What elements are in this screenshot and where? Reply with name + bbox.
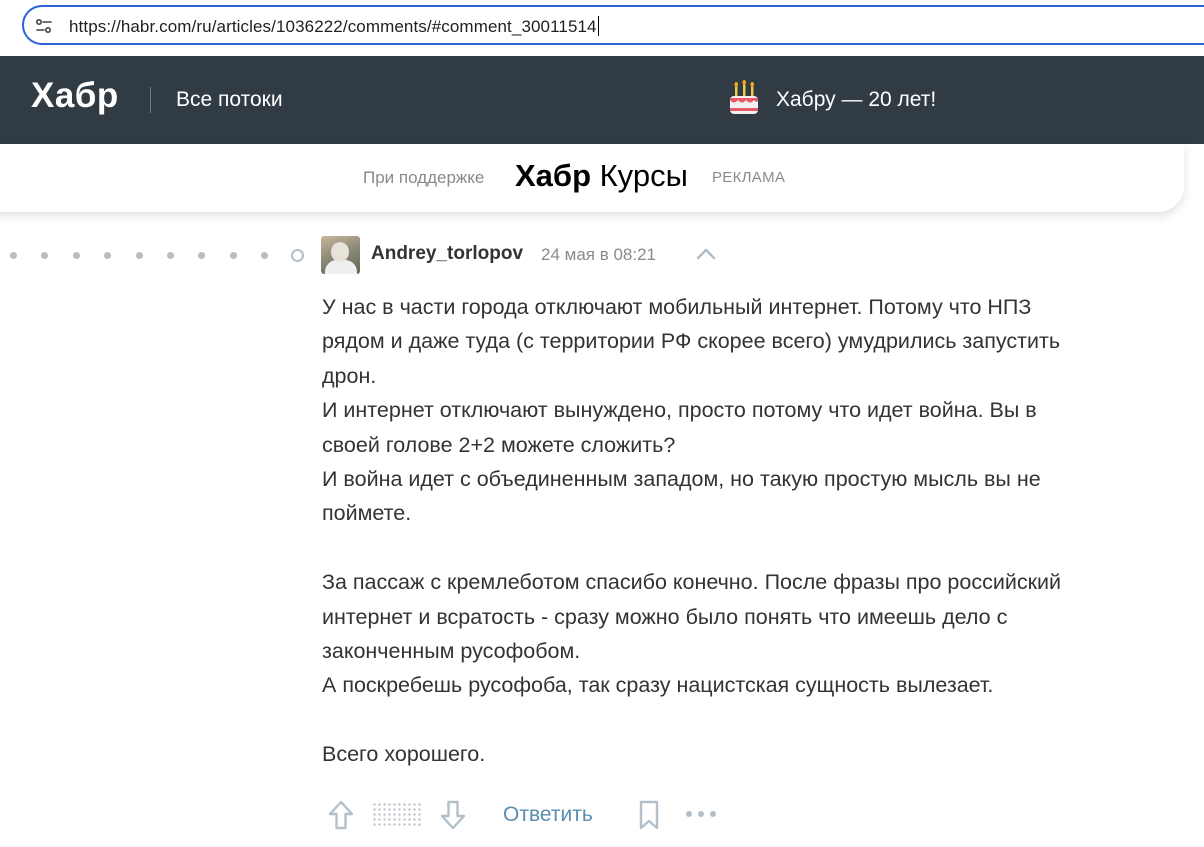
thread-dot[interactable]: [261, 252, 268, 259]
thread-dot[interactable]: [136, 252, 143, 259]
arrow-down-icon[interactable]: [438, 798, 468, 832]
comment-line: дрон.: [322, 363, 377, 388]
anniversary-link[interactable]: Хабру — 20 лет!: [776, 88, 936, 112]
comment-timestamp[interactable]: 24 мая в 08:21: [541, 245, 656, 265]
thread-depth-indicator[interactable]: [10, 248, 310, 262]
comment-actions: Ответить: [320, 796, 740, 836]
cake-icon[interactable]: [724, 78, 764, 118]
avatar-body: [325, 260, 357, 274]
nav-all-flows[interactable]: Все потоки: [176, 88, 283, 112]
score-hidden: [372, 802, 422, 826]
thread-dot[interactable]: [230, 252, 237, 259]
comment-line: интернет и всратость - сразу можно было …: [322, 604, 1008, 629]
comment-line: законченным русофобом.: [322, 639, 581, 664]
more-dots-icon[interactable]: [684, 808, 718, 820]
url-text: https://habr.com/ru/articles/1036222/com…: [69, 17, 597, 36]
sponsor-logo-bold: Хабр: [515, 158, 592, 193]
sponsor-logo-rest: Курсы: [591, 158, 688, 193]
chevron-up-icon[interactable]: [695, 247, 717, 261]
comment-line: А поскребешь русофоба, так сразу нацистс…: [322, 673, 994, 698]
sponsor-logo[interactable]: Хабр Курсы: [515, 158, 688, 194]
reply-button[interactable]: Ответить: [503, 803, 593, 827]
comment-line: У нас в части города отключают мобильный…: [322, 295, 1032, 319]
avatar[interactable]: [321, 236, 360, 274]
comment-line: И интернет отключают вынуждено, просто п…: [322, 398, 1037, 423]
thread-dot[interactable]: [167, 252, 174, 259]
comment-line: За пассаж с кремлеботом спасибо конечно.…: [322, 570, 1062, 595]
comment-author[interactable]: Andrey_torlopov: [371, 243, 523, 265]
site-header: Хабр Все потоки Хабру — 20 лет!: [0, 56, 1204, 144]
ad-label: РЕКЛАМА: [712, 169, 786, 186]
url-field[interactable]: https://habr.com/ru/articles/1036222/com…: [69, 16, 599, 37]
comment-body: У нас в части города отключают мобильный…: [322, 290, 1152, 772]
thread-dot[interactable]: [198, 252, 205, 259]
thread-dot[interactable]: [73, 252, 80, 259]
sponsor-label: При поддержке: [363, 168, 485, 187]
habr-logo[interactable]: Хабр: [31, 76, 119, 116]
thread-dot-current[interactable]: [291, 249, 304, 262]
site-info-icon[interactable]: [34, 16, 54, 36]
browser-toolbar: https://habr.com/ru/articles/1036222/com…: [0, 0, 1204, 56]
thread-dot[interactable]: [104, 252, 111, 259]
thread-dot[interactable]: [41, 252, 48, 259]
comment-line: рядом и даже туда (с территории РФ скоре…: [322, 329, 1061, 354]
comment-line: поймете.: [322, 501, 412, 526]
address-bar[interactable]: https://habr.com/ru/articles/1036222/com…: [22, 5, 1204, 45]
comment-line: И война идет с объединенным западом, но …: [322, 467, 1041, 492]
bookmark-icon[interactable]: [636, 799, 662, 831]
comment-line: Всего хорошего.: [322, 742, 486, 767]
arrow-up-icon[interactable]: [326, 798, 356, 832]
avatar-head: [331, 242, 349, 262]
header-divider: [150, 87, 151, 113]
comment-line: своей голове 2+2 можете сложить?: [322, 432, 676, 457]
thread-dot[interactable]: [10, 252, 17, 259]
text-caret: [597, 16, 599, 36]
